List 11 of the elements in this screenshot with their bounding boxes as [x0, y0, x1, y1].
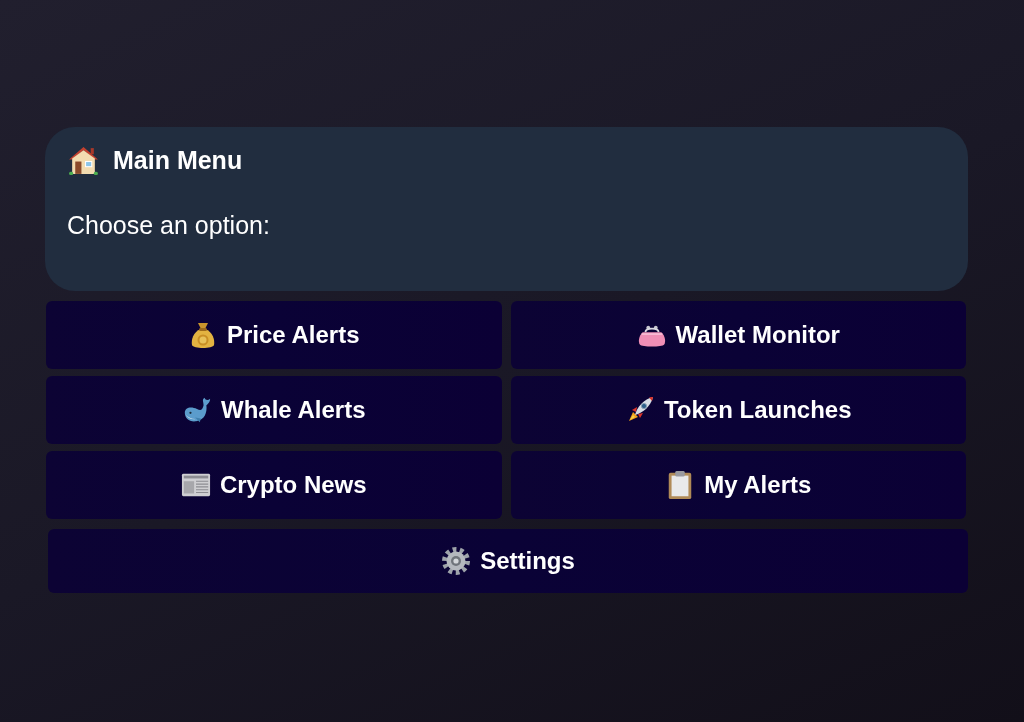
- menu-button[interactable]: Token Launches: [510, 376, 966, 444]
- whale-icon: [182, 395, 212, 425]
- menu-button[interactable]: My Alerts: [510, 451, 966, 519]
- gear-icon: [441, 546, 472, 576]
- menu-button[interactable]: Crypto News: [46, 451, 502, 519]
- menu-button[interactable]: Settings: [48, 529, 968, 593]
- menu-button[interactable]: Wallet Monitor: [510, 301, 966, 369]
- message-title: Main Menu: [113, 145, 243, 176]
- menu-button[interactable]: Price Alerts: [46, 301, 502, 369]
- message-text: Choose an option:: [67, 210, 271, 241]
- menu-button[interactable]: Whale Alerts: [46, 376, 502, 444]
